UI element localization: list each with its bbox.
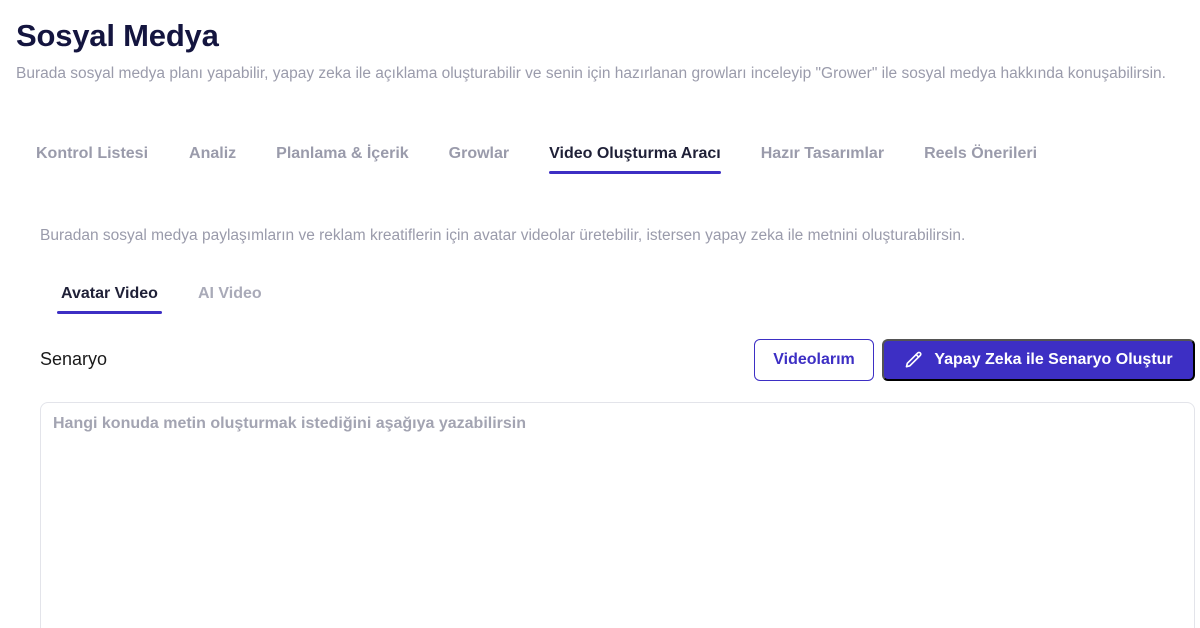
senaryo-label: Senaryo (40, 349, 108, 369)
page: Sosyal Medya Burada sosyal medya planı y… (0, 0, 1200, 628)
scenario-textarea-wrapper (40, 402, 1195, 628)
scenario-textarea[interactable] (41, 403, 1194, 628)
pencil-icon (904, 350, 924, 370)
generate-scenario-label: Yapay Zeka ile Senaryo Oluştur (934, 351, 1173, 368)
videolarim-button[interactable]: Videolarım (754, 339, 874, 381)
tab-reels-onerileri[interactable]: Reels Önerileri (904, 136, 1057, 174)
video-tool-intro: Buradan sosyal medya paylaşımların ve re… (40, 227, 966, 244)
tab-analiz[interactable]: Analiz (169, 136, 256, 174)
video-subtabs: Avatar Video AI Video (41, 276, 282, 316)
subtab-ai-video[interactable]: AI Video (178, 276, 282, 314)
generate-scenario-button[interactable]: Yapay Zeka ile Senaryo Oluştur (882, 339, 1195, 381)
tab-kontrol-listesi[interactable]: Kontrol Listesi (16, 136, 168, 174)
main-tabs: Kontrol Listesi Analiz Planlama & İçerik… (16, 136, 1057, 176)
page-description: Burada sosyal medya planı yapabilir, yap… (16, 65, 1166, 82)
tab-video-olusturma-araci[interactable]: Video Oluşturma Aracı (529, 136, 741, 174)
tab-hazir-tasarimlar[interactable]: Hazır Tasarımlar (741, 136, 904, 174)
subtab-avatar-video[interactable]: Avatar Video (41, 276, 178, 314)
tab-growlar[interactable]: Growlar (429, 136, 529, 174)
tab-planlama-icerik[interactable]: Planlama & İçerik (256, 136, 429, 174)
page-title: Sosyal Medya (16, 18, 219, 53)
